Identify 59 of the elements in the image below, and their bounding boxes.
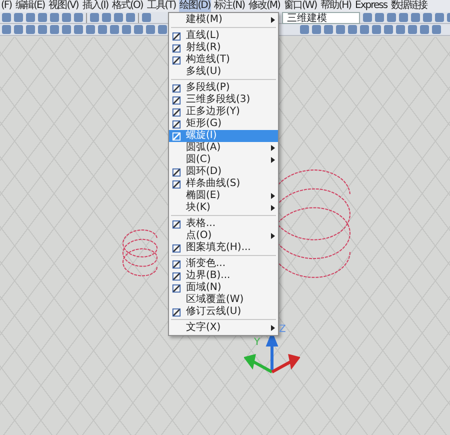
menu-item[interactable]: 表格... — [169, 218, 278, 230]
menu-item[interactable]: 三维多段线(3) — [169, 94, 278, 106]
tool-icon — [172, 220, 181, 228]
tool-icon — [172, 32, 181, 40]
menu-item[interactable]: 工具(T) — [146, 0, 177, 12]
menu-item[interactable]: 椭圆(E) — [169, 190, 278, 202]
tool-icon — [172, 120, 181, 128]
menu-item[interactable]: 构造线(T) — [169, 54, 278, 66]
submenu-arrow-icon — [271, 325, 275, 331]
menu-item[interactable]: 圆(C) — [169, 154, 278, 166]
tool-icon — [172, 244, 181, 252]
menu-item[interactable]: 直线(L) — [169, 30, 278, 42]
tool-icon — [172, 108, 181, 116]
menu-item[interactable]: 建模(M) — [169, 14, 278, 26]
menu-item[interactable]: 修订云线(U) — [169, 306, 278, 318]
menu-item[interactable]: 边界(B)... — [169, 270, 278, 282]
menu-item[interactable]: 矩形(G) — [169, 118, 278, 130]
submenu-arrow-icon — [271, 17, 275, 23]
tool-icon — [172, 272, 181, 280]
menu-item[interactable]: 多线(U) — [169, 66, 278, 78]
axis-label: Z — [279, 324, 286, 335]
menu-item[interactable]: 块(K) — [169, 202, 278, 214]
menu-item[interactable]: 射线(R) — [169, 42, 278, 54]
tool-icon — [172, 284, 181, 292]
menu-item[interactable]: 格式(O) — [111, 0, 144, 12]
menu-item[interactable]: 帮助(H) — [320, 0, 352, 12]
workspace-dropdown[interactable]: 三维建模 — [282, 12, 360, 24]
tool-icon — [172, 96, 181, 104]
menu-item[interactable]: 绘图(D) — [178, 0, 212, 12]
submenu-arrow-icon — [271, 233, 275, 239]
menu-item[interactable]: 修改(M) — [248, 0, 281, 12]
tool-icon — [172, 168, 181, 176]
ucs-axes-icon — [244, 333, 300, 375]
menu-item[interactable]: 图案填充(H)... — [169, 242, 278, 254]
menu-item[interactable]: (F) — [0, 0, 13, 12]
tool-icon — [172, 180, 181, 188]
tool-icon — [172, 56, 181, 64]
tool-icon — [172, 308, 181, 316]
menu-item[interactable]: Express — [354, 0, 388, 12]
menu-item[interactable]: 多段线(P) — [169, 82, 278, 94]
menu-item[interactable]: 圆环(D) — [169, 166, 278, 178]
menu-item[interactable]: 圆弧(A) — [169, 142, 278, 154]
axis-label: Y — [254, 337, 260, 348]
menu-item[interactable]: 编辑(E) — [14, 0, 46, 12]
menu-item[interactable]: 文字(X) — [169, 322, 278, 334]
menu-item[interactable]: 渐变色... — [169, 258, 278, 270]
menu-item[interactable]: 正多边形(Y) — [169, 106, 278, 118]
tool-icon — [172, 260, 181, 268]
menu-item[interactable]: 插入(I) — [81, 0, 110, 12]
menu-item[interactable]: 视图(V) — [48, 0, 80, 12]
tool-icon — [172, 84, 181, 92]
menu-item[interactable]: 样条曲线(S) — [169, 178, 278, 190]
menu-item[interactable]: 点(O) — [169, 230, 278, 242]
tool-icon — [172, 44, 181, 52]
menu-item[interactable]: 区域覆盖(W) — [169, 294, 278, 306]
tool-icon — [172, 132, 181, 140]
spiral-drawing — [122, 230, 158, 276]
menu-item[interactable]: 面域(N) — [169, 282, 278, 294]
menu-item[interactable]: 数据链接 — [390, 0, 428, 12]
